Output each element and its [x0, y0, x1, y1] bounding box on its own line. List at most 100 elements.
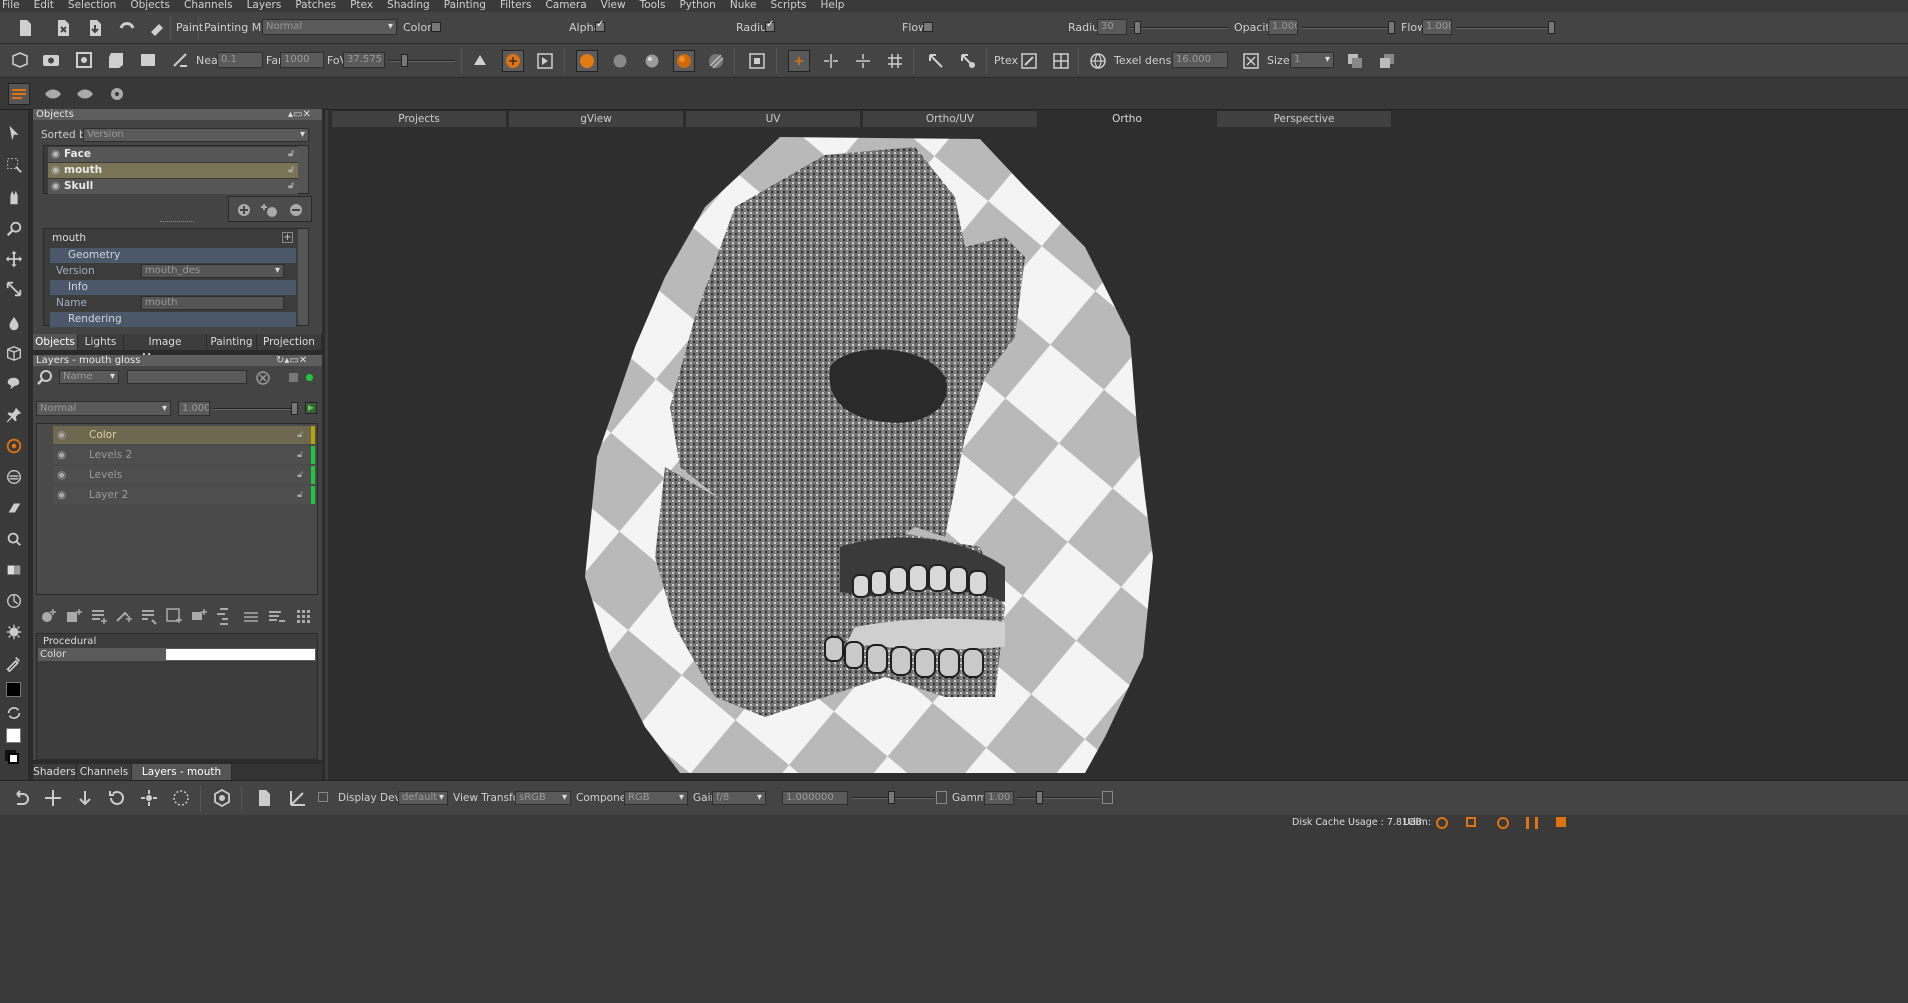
menu-scripts[interactable]: Scripts	[771, 0, 807, 12]
flow-checkbox[interactable]	[923, 22, 933, 32]
colors-checkbox[interactable]	[431, 22, 441, 32]
tab-projection[interactable]: Projection	[257, 334, 322, 350]
menu-edit[interactable]: Edit	[34, 0, 54, 12]
menu-nuke[interactable]: Nuke	[730, 0, 757, 12]
gain-slider-handle[interactable]	[888, 791, 895, 804]
import-object-icon[interactable]	[259, 199, 281, 221]
grid-x-icon[interactable]	[820, 50, 842, 72]
eye-shelf-icon[interactable]	[42, 83, 64, 105]
reset-colors-icon[interactable]	[8, 753, 19, 764]
undo-paint-icon[interactable]	[116, 17, 138, 39]
component-dropdown[interactable]: RGB	[624, 791, 688, 805]
3d-viewport-model[interactable]	[585, 137, 1155, 773]
select-patches-icon[interactable]	[925, 50, 947, 72]
flow-slider[interactable]	[1456, 21, 1556, 34]
curve-icon[interactable]	[287, 787, 309, 809]
grid-y-icon[interactable]	[852, 50, 874, 72]
near-input[interactable]: 0.1	[217, 52, 263, 68]
lit-sphere-icon[interactable]	[641, 50, 663, 72]
size-dropdown[interactable]: 1	[1290, 52, 1334, 68]
menu-shading[interactable]: Shading	[387, 0, 430, 12]
layer-row[interactable]: ◉ Levels 🔓︎	[53, 466, 311, 484]
view-tab-uv[interactable]: UV	[685, 110, 861, 127]
lock-icon[interactable]: 🔓︎	[288, 163, 294, 178]
paint-through-icon[interactable]	[469, 50, 491, 72]
viewer-toggle-checkbox[interactable]	[318, 792, 328, 802]
layer-opacity-slider[interactable]	[213, 402, 299, 415]
menu-layers[interactable]: Layers	[247, 0, 282, 12]
menu-filters[interactable]: Filters	[500, 0, 531, 12]
footer-stop-icon[interactable]	[1556, 817, 1566, 827]
radius-input[interactable]: 30	[1097, 19, 1127, 35]
gamma-slider-handle[interactable]	[1036, 791, 1043, 804]
paint-mode-icon[interactable]	[502, 50, 524, 72]
tab-lights[interactable]: Lights	[78, 334, 124, 350]
objects-list-scrollbar[interactable]	[298, 146, 308, 193]
menu-file[interactable]: File	[2, 0, 20, 12]
layer-row[interactable]: ◉ Layer 2 🔓︎	[53, 486, 311, 504]
footer-globe-icon[interactable]	[1436, 817, 1448, 829]
add-object-icon[interactable]	[233, 199, 255, 221]
eye-icon[interactable]: ◉	[51, 179, 60, 194]
zoom-tool-icon[interactable]	[3, 218, 25, 240]
radius-slider[interactable]	[1130, 21, 1228, 34]
select-tool-icon[interactable]	[3, 122, 25, 144]
layer-search-input[interactable]	[127, 370, 247, 384]
move-view-icon[interactable]	[42, 787, 64, 809]
remove-object-icon[interactable]	[285, 199, 307, 221]
layer-eye-icon[interactable]: ◉	[57, 446, 66, 464]
gear-shelf-icon[interactable]	[106, 83, 128, 105]
gain-value-input[interactable]: 1.000000	[782, 791, 848, 805]
eraser-tool-icon[interactable]	[3, 497, 25, 519]
view-tab-perspective[interactable]: Perspective	[1216, 110, 1392, 127]
radius-checkbox[interactable]	[765, 19, 775, 32]
opacity-slider[interactable]	[1302, 21, 1396, 34]
grid-icon[interactable]	[884, 50, 906, 72]
new-file-icon[interactable]	[14, 17, 36, 39]
add-group-icon[interactable]	[88, 605, 110, 627]
footer-pause-icon[interactable]	[1526, 817, 1538, 829]
foreground-color-swatch[interactable]	[6, 682, 21, 697]
sorted-by-dropdown[interactable]: Version	[83, 128, 309, 142]
paste-icon[interactable]	[1376, 50, 1398, 72]
gain-dropdown[interactable]: f/8	[712, 791, 766, 805]
menu-objects[interactable]: Objects	[130, 0, 170, 12]
procedural-color-row[interactable]: Color	[38, 648, 316, 661]
smear-tool-icon[interactable]	[3, 466, 25, 488]
radius-slider-handle[interactable]	[1134, 21, 1141, 34]
delete-layer-icon[interactable]	[265, 605, 287, 627]
add-layer-icon[interactable]	[38, 605, 60, 627]
pin-tool-icon[interactable]	[3, 404, 25, 426]
wireframe-icon[interactable]	[705, 50, 727, 72]
opacity-input[interactable]: 1.000	[1268, 19, 1298, 35]
close-file-icon[interactable]	[52, 17, 74, 39]
geometry-section[interactable]: Geometry	[50, 248, 296, 263]
view-tab-projects[interactable]: Projects	[331, 110, 507, 127]
isolate-icon[interactable]	[746, 50, 768, 72]
layer-lock-icon[interactable]: 🔓︎	[297, 446, 303, 464]
pick-color-icon[interactable]	[3, 652, 25, 674]
transform-tool-icon[interactable]	[3, 278, 25, 300]
merge-layers-icon[interactable]	[213, 605, 235, 627]
layer-opacity-slider-handle[interactable]	[291, 402, 298, 415]
down-arrow-icon[interactable]	[74, 787, 96, 809]
rendering-section[interactable]: Rendering	[50, 312, 296, 327]
ptex-edit-icon[interactable]	[1018, 50, 1040, 72]
move-tool-icon[interactable]	[3, 248, 25, 270]
layer-opacity-input[interactable]: 1.000	[178, 401, 210, 416]
painting-mode-dropdown[interactable]: Normal	[262, 19, 397, 35]
add-adjustment-layer-icon[interactable]	[63, 605, 85, 627]
lock-icon[interactable]: 🔓︎	[288, 147, 294, 162]
version-dropdown[interactable]: mouth_des	[141, 264, 284, 278]
document-icon[interactable]	[253, 787, 275, 809]
layer-grid-icon[interactable]	[292, 605, 314, 627]
menu-selection[interactable]: Selection	[68, 0, 116, 12]
layer-list-icon[interactable]	[240, 605, 262, 627]
globe-icon[interactable]	[1087, 50, 1109, 72]
deselect-patches-icon[interactable]	[957, 50, 979, 72]
menu-camera[interactable]: Camera	[545, 0, 586, 12]
alpha-checkbox[interactable]	[595, 19, 605, 32]
fov-input[interactable]: 37.575	[343, 52, 385, 68]
panel-header-controls[interactable]: ▴▭✕	[288, 109, 311, 120]
object-row[interactable]: ◉ Skull 🔓︎	[48, 179, 298, 194]
